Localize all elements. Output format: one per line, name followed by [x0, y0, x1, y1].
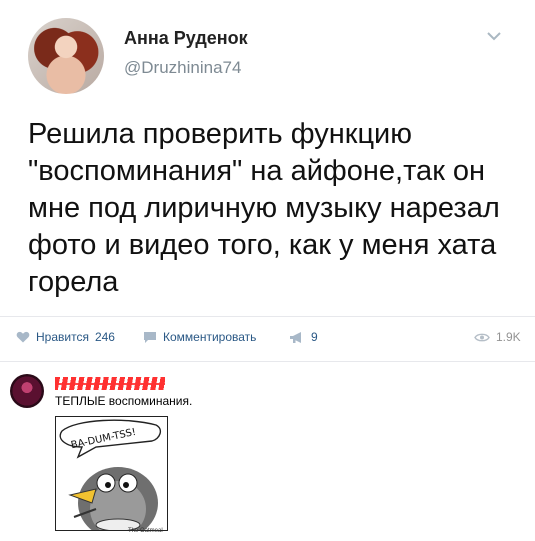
author-avatar[interactable] — [28, 18, 104, 94]
tweet-text: Решила проверить функцию "воспоминания" … — [28, 118, 500, 298]
comment-button[interactable]: Комментировать — [143, 330, 256, 344]
eye-icon — [474, 333, 490, 341]
views-counter: 1.9K — [474, 330, 521, 344]
image-credit: The Oatmeal — [128, 528, 163, 534]
share-button[interactable]: 9 — [289, 330, 318, 344]
post-actions: Нравится 246 Комментировать 9 1.9K — [0, 318, 535, 358]
author-name[interactable]: Анна Руденок — [124, 28, 248, 49]
views-count: 1.9K — [496, 330, 521, 344]
comment-text: ТЕПЛЫЕ воспоминания. — [55, 394, 193, 408]
comment-icon — [144, 331, 156, 343]
like-label: Нравится — [36, 330, 89, 344]
comment-label: Комментировать — [163, 330, 257, 344]
heart-icon — [16, 331, 30, 343]
comment-image[interactable]: BA-DUM-TSS! — [55, 416, 168, 531]
author-handle[interactable]: @Druzhinina74 — [124, 58, 241, 78]
divider — [0, 361, 535, 362]
like-button[interactable]: Нравится 246 — [16, 330, 115, 344]
like-count: 246 — [94, 330, 115, 344]
redacted-commenter-name — [55, 377, 165, 390]
chevron-down-icon[interactable] — [486, 30, 502, 42]
divider — [0, 316, 535, 317]
commenter-avatar[interactable] — [10, 374, 44, 408]
meme-drawing: BA-DUM-TSS! — [56, 417, 167, 530]
megaphone-icon — [290, 331, 301, 343]
share-count: 9 — [311, 330, 318, 344]
